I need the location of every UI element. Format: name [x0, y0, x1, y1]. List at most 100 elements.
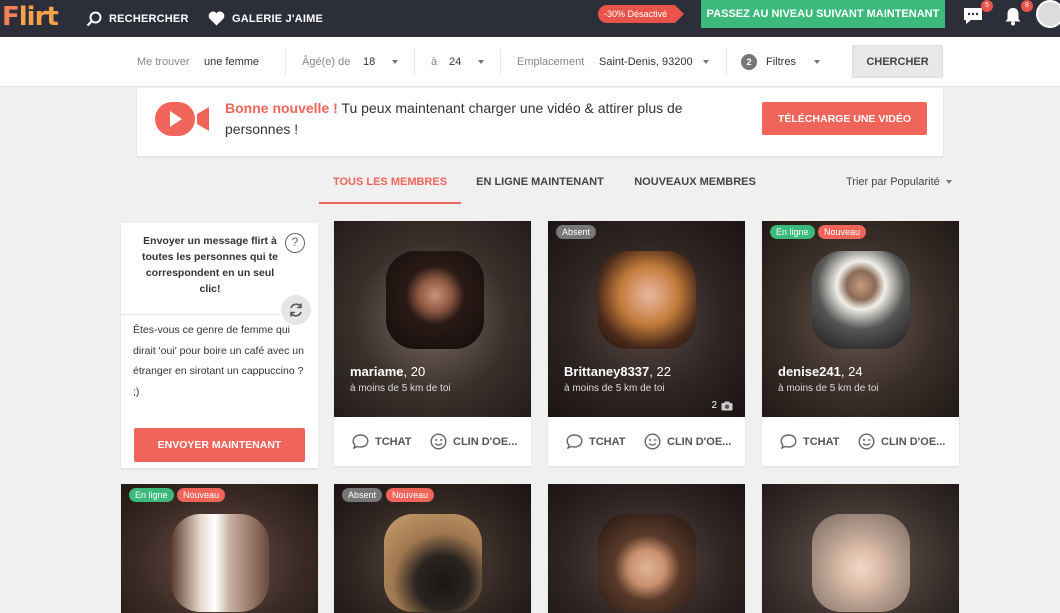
flirt-title: Envoyer un message flirt à toutes les pe… [142, 235, 278, 295]
photo-count-value: 2 [711, 400, 717, 411]
wink-smiley-icon [644, 433, 661, 450]
send-now-button[interactable]: ENVOYER MAINTENANT [134, 428, 305, 462]
chevron-down-icon [814, 60, 820, 64]
tab-new-members[interactable]: NOUVEAUX MEMBRES [633, 176, 757, 204]
chat-button[interactable]: TCHAT [566, 417, 625, 466]
wink-button[interactable]: CLIN D'OE... [430, 417, 517, 466]
member-name: denise241, 24 [778, 364, 863, 379]
divider [121, 314, 281, 315]
wink-smiley-icon [858, 433, 875, 450]
promo-discount-badge[interactable]: -30% Désactivé [598, 5, 685, 23]
age-from-label: Âgé(e) de [302, 56, 351, 68]
video-camera-icon [155, 102, 209, 136]
divider [414, 49, 415, 75]
wink-button[interactable]: CLIN D'OE... [858, 417, 945, 466]
banner-message: Bonne nouvelle ! Tu peux maintenant char… [225, 98, 745, 140]
refresh-icon [290, 303, 302, 317]
photo-texture [386, 251, 484, 349]
member-actions: TCHAT CLIN D'OE... [762, 417, 959, 466]
member-card[interactable]: Absent Brittaney8337, 22 à moins de 5 km… [548, 221, 745, 466]
heart-icon [208, 11, 225, 26]
search-filter-bar: Me trouver une femme Âgé(e) de 18 à 24 E… [0, 37, 1060, 87]
search-icon [86, 11, 102, 26]
filters-dropdown[interactable]: Filtres [766, 37, 796, 87]
sort-dropdown[interactable]: Trier par Popularité [846, 176, 952, 188]
help-icon[interactable]: ? [285, 233, 305, 253]
profile-picture [384, 514, 482, 612]
status-new-badge: Nouveau [386, 488, 435, 502]
member-age: , 24 [840, 364, 863, 379]
status-absent-badge: Absent [342, 488, 383, 502]
status-new-badge: Nouveau [818, 225, 867, 239]
messages-badge: 5 [981, 0, 993, 12]
wink-label: CLIN D'OE... [453, 435, 518, 448]
status-absent-badge: Absent [556, 225, 597, 239]
status-online-badge: En ligne [770, 225, 815, 239]
chat-bubble-icon [780, 434, 797, 449]
chat-button[interactable]: TCHAT [352, 417, 411, 466]
member-name: mariame, 20 [350, 364, 425, 379]
profile-picture [598, 251, 696, 349]
location-select[interactable]: Saint-Denis, 93200 [599, 37, 693, 87]
member-card[interactable] [548, 484, 745, 613]
photo-texture [598, 514, 696, 612]
profile-picture [386, 251, 484, 349]
location-label: Emplacement [517, 56, 585, 68]
chevron-down-icon [392, 60, 398, 64]
divider [500, 49, 501, 75]
member-card[interactable] [762, 484, 959, 613]
member-card[interactable]: En ligne Nouveau [121, 484, 318, 613]
member-username: Brittaney8337 [564, 364, 650, 379]
flirt-message-text: Êtes-vous ce genre de femme qui dirait '… [133, 324, 304, 398]
status-new-badge: Nouveau [177, 488, 226, 502]
photo-count: 2 [711, 400, 733, 411]
flirt-logo[interactable]: Flirt [2, 2, 59, 32]
chat-button[interactable]: TCHAT [780, 417, 839, 466]
member-card[interactable]: En ligne Nouveau denise241, 24 à moins d… [762, 221, 959, 466]
member-photo: Absent Brittaney8337, 22 à moins de 5 km… [548, 221, 745, 417]
user-avatar[interactable] [1036, 0, 1060, 28]
member-actions: TCHAT CLIN D'OE... [334, 417, 531, 466]
banner-highlight: Bonne nouvelle ! [225, 100, 338, 116]
age-from-select[interactable]: 18 [363, 37, 375, 87]
member-age: , 22 [649, 364, 671, 379]
photo-texture [598, 251, 696, 349]
notifications-button[interactable]: 8 [1001, 0, 1033, 29]
upgrade-button[interactable]: PASSEZ AU NIVEAU SUIVANT MAINTENANT [701, 0, 945, 28]
member-card[interactable]: mariame, 20 à moins de 5 km de toi TCHAT… [334, 221, 531, 466]
tab-all-members[interactable]: TOUS LES MEMBRES [319, 176, 461, 204]
nav-search[interactable]: RECHERCHER [86, 0, 189, 37]
photo-texture [812, 251, 910, 349]
chat-label: TCHAT [589, 435, 626, 448]
nav-gallery[interactable]: GALERIE J'AIME [208, 0, 323, 37]
top-navigation-bar: Flirt RECHERCHER GALERIE J'AIME -30% Dés… [0, 0, 1060, 37]
tab-online-now[interactable]: EN LIGNE MAINTENANT [475, 176, 605, 204]
member-photo: Absent Nouveau [334, 484, 531, 613]
age-to-select[interactable]: 24 [449, 37, 461, 87]
wink-smiley-icon [430, 433, 447, 450]
chevron-down-icon [478, 60, 484, 64]
member-photo [548, 484, 745, 613]
chevron-down-icon [945, 180, 952, 184]
search-button[interactable]: CHERCHER [852, 45, 943, 78]
wink-label: CLIN D'OE... [667, 435, 732, 448]
status-online-badge: En ligne [129, 488, 174, 502]
bell-icon [1005, 8, 1021, 26]
profile-picture [598, 514, 696, 612]
nav-search-label: RECHERCHER [109, 12, 189, 25]
photo-texture [384, 514, 482, 612]
member-photo: En ligne Nouveau denise241, 24 à moins d… [762, 221, 959, 417]
messages-button[interactable]: 5 [961, 0, 993, 29]
logo-text: lirt [18, 2, 59, 32]
video-upload-banner: Bonne nouvelle ! Tu peux maintenant char… [137, 88, 943, 156]
member-card[interactable]: Absent Nouveau [334, 484, 531, 613]
profile-picture [812, 251, 910, 349]
member-photo: En ligne Nouveau [121, 484, 318, 613]
member-name: Brittaney8337, 22 [564, 364, 671, 379]
wink-button[interactable]: CLIN D'OE... [644, 417, 731, 466]
upload-video-button[interactable]: TÉLÉCHARGE UNE VIDÉO [762, 102, 927, 135]
sort-label: Trier par Popularité [846, 176, 940, 188]
photo-texture [812, 514, 910, 612]
find-gender-select[interactable]: une femme [204, 37, 259, 87]
divider [285, 49, 286, 75]
